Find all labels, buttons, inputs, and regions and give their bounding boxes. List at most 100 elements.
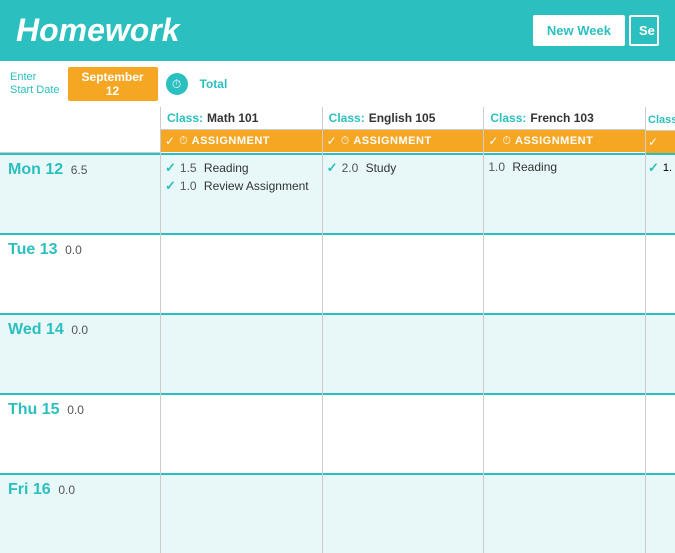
math-fri16 [160, 473, 322, 553]
english-wed14 [322, 313, 484, 393]
french-fri16 [483, 473, 645, 553]
header-buttons: New Week Se [533, 15, 659, 46]
math-clock-icon: ⏱ [179, 135, 188, 148]
total-label: Total [200, 77, 228, 91]
day-total-mon12: 6.5 [71, 163, 88, 177]
english-thu15 [322, 393, 484, 473]
math-thu15-cell [161, 393, 322, 473]
english-mon12-item-0: ✓ 2.0 Study [327, 159, 480, 177]
english-mon12-cell: ✓ 2.0 Study [323, 153, 484, 233]
subheader: Enter Start Date September 12 ⏱ Total [0, 61, 675, 107]
math-assign-header: ✓ ⏱ ASSIGNMENT [161, 130, 322, 152]
day-total-wed14: 0.0 [71, 323, 88, 337]
french-thu15 [483, 393, 645, 473]
french-mon12-item-0: 1.0 Reading [488, 159, 641, 175]
french-wed14-cell [484, 313, 645, 393]
english-fri16 [322, 473, 484, 553]
french-fri16-cell [484, 473, 645, 553]
english-clock-icon: ⏱ [341, 135, 350, 148]
math-header: Class: Math 101 [161, 107, 322, 130]
french-assign-header: ✓ ⏱ ASSIGNMENT [484, 130, 645, 152]
clock-icon[interactable]: ⏱ [166, 73, 188, 95]
day-name-tue13: Tue 13 [8, 241, 58, 258]
english-tue13 [322, 233, 484, 313]
enter-start-date-label: Enter Start Date [10, 71, 60, 97]
partial-mon12: ✓ 1. [645, 153, 675, 233]
french-check-icon: ✓ [488, 134, 498, 148]
french-clock-icon: ⏱ [502, 135, 511, 148]
partial-wed14-cell [646, 313, 675, 393]
day-cell-wed14: Wed 14 0.0 [0, 313, 160, 393]
math-fri16-cell [161, 473, 322, 553]
math-mon12-item-0: ✓ 1.5 Reading [165, 159, 318, 177]
partial-assign-row: ✓ [646, 131, 675, 153]
class-col-partial: Class: ✓ [645, 107, 675, 153]
class-name-2: French 103 [530, 111, 593, 125]
class-label-2: Class: [490, 111, 526, 125]
search-button[interactable]: Se [629, 15, 659, 46]
math-assign-label: ASSIGNMENT [192, 135, 270, 147]
row-fri16: Fri 16 0.0 [0, 473, 675, 553]
row-tue13: Tue 13 0.0 [0, 233, 675, 313]
partial-fri16 [645, 473, 675, 553]
class-label-0: Class: [167, 111, 203, 125]
french-mon12-cell: 1.0 Reading [484, 153, 645, 233]
english-assign-label: ASSIGNMENT [353, 135, 431, 147]
french-wed14 [483, 313, 645, 393]
math-mon12-cell: ✓ 1.5 Reading ✓ 1.0 Review Assignment [161, 153, 322, 233]
partial-mon12-cell: ✓ 1. [646, 153, 675, 233]
day-name-fri16: Fri 16 [8, 481, 51, 498]
french-mon12: 1.0 Reading [483, 153, 645, 233]
math-tue13 [160, 233, 322, 313]
class-name-0: Math 101 [207, 111, 258, 125]
day-total-fri16: 0.0 [58, 483, 75, 497]
row-thu15: Thu 15 0.0 [0, 393, 675, 473]
partial-check-icon: ✓ [648, 135, 658, 149]
class-col-math: Class: Math 101 ✓ ⏱ ASSIGNMENT [160, 107, 322, 153]
english-fri16-cell [323, 473, 484, 553]
english-header: Class: English 105 [323, 107, 484, 130]
partial-fri16-cell [646, 473, 675, 553]
partial-thu15 [645, 393, 675, 473]
english-assign-header: ✓ ⏱ ASSIGNMENT [323, 130, 484, 152]
english-thu15-cell [323, 393, 484, 473]
french-tue13 [483, 233, 645, 313]
app-title: Homework [16, 12, 180, 49]
french-assign-label: ASSIGNMENT [515, 135, 593, 147]
english-check-icon: ✓ [327, 134, 337, 148]
french-tue13-cell [484, 233, 645, 313]
main-grid: Class: Math 101 ✓ ⏱ ASSIGNMENT Class: En… [0, 107, 675, 553]
partial-tue13-cell [646, 233, 675, 313]
day-cell-thu15: Thu 15 0.0 [0, 393, 160, 473]
english-wed14-cell [323, 313, 484, 393]
class-col-french: Class: French 103 ✓ ⏱ ASSIGNMENT [483, 107, 645, 153]
day-total-thu15: 0.0 [67, 403, 84, 417]
app-header: Homework New Week Se [0, 0, 675, 61]
partial-mon12-item-0: ✓ 1. [648, 159, 673, 177]
math-wed14 [160, 313, 322, 393]
column-headers: Class: Math 101 ✓ ⏱ ASSIGNMENT Class: En… [0, 107, 675, 153]
french-header: Class: French 103 [484, 107, 645, 130]
class-col-english: Class: English 105 ✓ ⏱ ASSIGNMENT [322, 107, 484, 153]
new-week-button[interactable]: New Week [533, 15, 625, 46]
day-name-mon12: Mon 12 [8, 161, 63, 178]
row-mon12: Mon 12 6.5 ✓ 1.5 Reading ✓ 1.0 Review As… [0, 153, 675, 233]
partial-thu15-cell [646, 393, 675, 473]
day-cell-tue13: Tue 13 0.0 [0, 233, 160, 313]
partial-header: Class: [646, 107, 675, 131]
day-cell-mon12: Mon 12 6.5 [0, 153, 160, 233]
partial-class-label: Class: [648, 114, 675, 126]
english-tue13-cell [323, 233, 484, 313]
day-cell-fri16: Fri 16 0.0 [0, 473, 160, 553]
math-thu15 [160, 393, 322, 473]
math-mon12-item-1: ✓ 1.0 Review Assignment [165, 177, 318, 195]
french-thu15-cell [484, 393, 645, 473]
math-check-icon: ✓ [165, 134, 175, 148]
date-input[interactable]: September 12 [68, 67, 158, 101]
class-name-1: English 105 [369, 111, 436, 125]
english-mon12: ✓ 2.0 Study [322, 153, 484, 233]
partial-wed14 [645, 313, 675, 393]
math-mon12: ✓ 1.5 Reading ✓ 1.0 Review Assignment [160, 153, 322, 233]
day-name-thu15: Thu 15 [8, 401, 60, 418]
math-wed14-cell [161, 313, 322, 393]
